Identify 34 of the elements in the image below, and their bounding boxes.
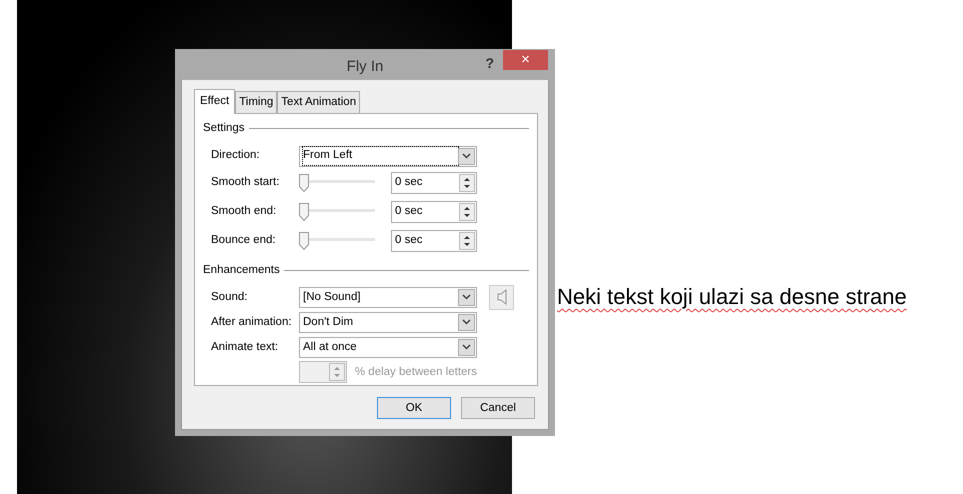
- cancel-button[interactable]: Cancel: [461, 397, 535, 420]
- field-label: Smooth start:: [211, 175, 280, 190]
- dropdown[interactable]: Don't Dim: [299, 312, 477, 333]
- field-label: Sound:: [211, 290, 248, 305]
- dropdown[interactable]: From Left: [299, 146, 477, 166]
- slider-thumb[interactable]: [299, 174, 309, 192]
- spin-field[interactable]: 0 sec: [391, 201, 477, 223]
- field-label: % delay between letters: [354, 364, 477, 380]
- slider-thumb[interactable]: [299, 232, 309, 250]
- sound-button[interactable]: [489, 284, 514, 310]
- spin-arrows-icon[interactable]: [459, 174, 475, 192]
- slide-text: Neki tekst koji ulazi sa desne strane: [557, 283, 907, 311]
- field-label: Direction:: [211, 148, 261, 164]
- tab[interactable]: Text Animation: [277, 91, 360, 114]
- spin-arrows-icon[interactable]: [459, 203, 475, 221]
- spin-field[interactable]: 0 sec: [391, 230, 477, 252]
- spin-arrows-icon[interactable]: [459, 232, 475, 250]
- tab[interactable]: Timing: [235, 91, 278, 114]
- field-label: Smooth end:: [211, 204, 278, 220]
- close-button[interactable]: ×: [503, 50, 548, 70]
- slider-thumb[interactable]: [299, 203, 309, 221]
- group-label: Enhancements: [203, 262, 280, 278]
- tab[interactable]: Effect: [194, 89, 236, 114]
- help-button[interactable]: ?: [485, 53, 494, 74]
- dropdown[interactable]: All at once: [299, 336, 477, 358]
- dropdown[interactable]: [No Sound]: [299, 286, 477, 308]
- speaker-icon: [496, 289, 506, 306]
- window-title: Fly In: [346, 56, 384, 77]
- spin-field[interactable]: 0 sec: [391, 172, 477, 194]
- group-label: Settings: [203, 121, 245, 136]
- field-label: Bounce end:: [211, 233, 277, 248]
- ok-button[interactable]: OK: [377, 397, 451, 420]
- field-label: After animation:: [211, 314, 293, 330]
- field-label: Animate text:: [211, 340, 280, 355]
